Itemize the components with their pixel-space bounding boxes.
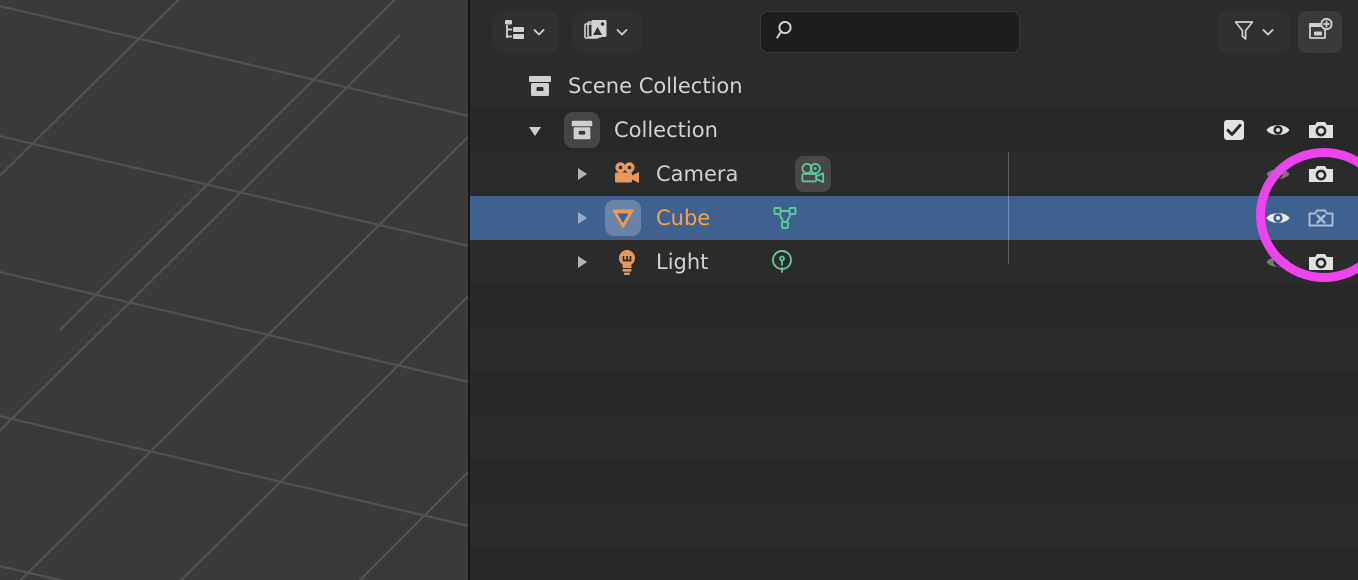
camera-data-icon[interactable] bbox=[795, 156, 831, 192]
tree-row-label: Collection bbox=[614, 108, 718, 152]
disable-in-renders-toggle[interactable] bbox=[1303, 200, 1339, 236]
outliner-editor: Scene Collection Collection bbox=[468, 0, 1358, 580]
tree-row-empty[interactable] bbox=[470, 460, 1358, 504]
funnel-icon bbox=[1232, 18, 1256, 46]
tree-row-label: Light bbox=[656, 240, 708, 284]
tree-row-camera[interactable]: Camera bbox=[470, 152, 1358, 196]
disable-in-renders-toggle[interactable] bbox=[1303, 156, 1339, 192]
outliner-header bbox=[470, 0, 1358, 65]
tree-row-empty[interactable] bbox=[470, 328, 1358, 372]
hide-in-viewport-toggle[interactable] bbox=[1260, 200, 1296, 236]
scene-collection-icon bbox=[522, 68, 558, 104]
display-mode-dropdown[interactable] bbox=[492, 11, 558, 53]
mesh-data-icon[interactable] bbox=[767, 200, 803, 236]
chevron-down-icon bbox=[614, 24, 630, 40]
viewport-grid bbox=[0, 0, 468, 580]
new-collection-icon bbox=[1307, 17, 1333, 47]
id-type-dropdown[interactable] bbox=[572, 11, 642, 53]
outliner-tree[interactable]: Scene Collection Collection bbox=[470, 64, 1358, 580]
tree-row-cube[interactable]: Cube bbox=[470, 196, 1358, 240]
hide-in-viewport-toggle[interactable] bbox=[1260, 112, 1296, 148]
tree-row-label: Scene Collection bbox=[568, 64, 743, 108]
blender-window: Scene Collection Collection bbox=[0, 0, 1358, 580]
tree-guide-line bbox=[1008, 196, 1009, 240]
tree-guide-line bbox=[1008, 240, 1009, 264]
3d-viewport[interactable] bbox=[0, 0, 468, 580]
tree-row-label: Cube bbox=[656, 196, 710, 240]
hide-in-viewport-toggle[interactable] bbox=[1260, 244, 1296, 280]
tree-row-empty[interactable] bbox=[470, 284, 1358, 328]
chevron-down-icon bbox=[531, 24, 547, 40]
hide-in-viewport-toggle[interactable] bbox=[1260, 156, 1296, 192]
exclude-checkbox[interactable] bbox=[1216, 112, 1252, 148]
filter-dropdown[interactable] bbox=[1218, 11, 1290, 53]
tree-row-light[interactable]: Light bbox=[470, 240, 1358, 284]
disclosure-triangle-closed[interactable] bbox=[578, 256, 587, 268]
chevron-down-icon bbox=[1260, 24, 1276, 40]
tree-row-label: Camera bbox=[656, 152, 738, 196]
tree-row-scene-collection[interactable]: Scene Collection bbox=[470, 64, 1358, 108]
disclosure-triangle-closed[interactable] bbox=[578, 212, 587, 224]
camera-object-icon bbox=[609, 156, 645, 192]
tree-row-empty[interactable] bbox=[470, 372, 1358, 416]
tree-row-empty[interactable] bbox=[470, 548, 1358, 580]
new-collection-button[interactable] bbox=[1298, 11, 1342, 53]
tree-row-empty[interactable] bbox=[470, 416, 1358, 460]
disclosure-triangle-open[interactable] bbox=[529, 127, 541, 136]
image-stack-icon bbox=[584, 18, 610, 46]
search-icon bbox=[775, 19, 797, 45]
disable-in-renders-toggle[interactable] bbox=[1303, 244, 1339, 280]
search-input[interactable] bbox=[807, 22, 1002, 42]
light-object-icon bbox=[609, 244, 645, 280]
search-field[interactable] bbox=[760, 11, 1020, 53]
disable-in-renders-toggle[interactable] bbox=[1303, 112, 1339, 148]
tree-guide-line bbox=[1008, 152, 1009, 196]
light-data-icon[interactable] bbox=[764, 244, 800, 280]
tree-row-empty[interactable] bbox=[470, 504, 1358, 548]
mesh-object-icon bbox=[605, 200, 641, 236]
tree-row-collection[interactable]: Collection bbox=[470, 108, 1358, 152]
collection-icon bbox=[564, 112, 600, 148]
disclosure-triangle-closed[interactable] bbox=[578, 168, 587, 180]
outliner-tree-icon bbox=[503, 18, 527, 46]
